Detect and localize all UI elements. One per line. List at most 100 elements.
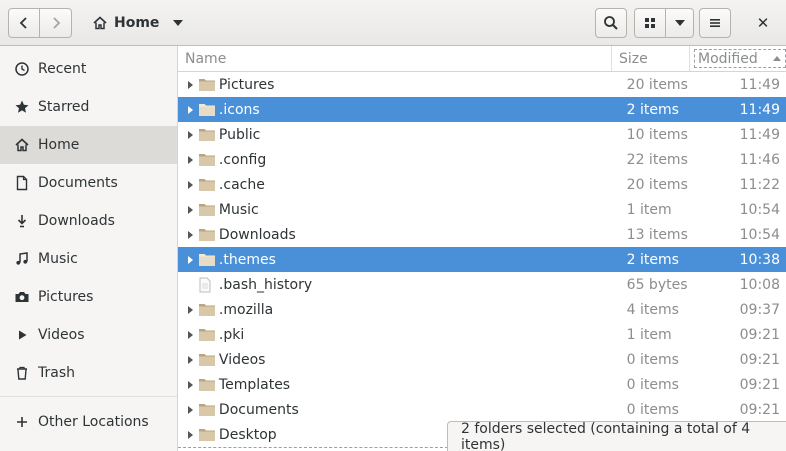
row-expander[interactable] — [178, 330, 198, 339]
chevron-right-icon — [52, 17, 60, 29]
file-name: Documents — [218, 401, 299, 418]
folder-icon — [198, 252, 219, 267]
expander-icon[interactable] — [188, 155, 194, 164]
sidebar-item-documents[interactable]: Documents — [0, 164, 177, 202]
table-row[interactable]: Public 10 items 11:49 — [178, 122, 786, 147]
row-expander[interactable] — [178, 180, 198, 189]
sidebar-item-label: Downloads — [38, 213, 115, 229]
file-modified: 10:38 — [739, 251, 780, 268]
file-name: .pki — [218, 326, 245, 343]
file-size: 20 items — [626, 176, 688, 193]
file-size: 13 items — [626, 226, 688, 243]
row-expander[interactable] — [178, 230, 198, 239]
expander-icon[interactable] — [188, 355, 194, 364]
row-expander[interactable] — [178, 205, 198, 214]
file-modified: 09:21 — [739, 376, 780, 393]
file-modified: 11:49 — [739, 101, 780, 118]
table-row[interactable]: Documents 0 items 09:21 — [178, 397, 786, 422]
sidebar-item-music[interactable]: Music — [0, 240, 177, 278]
row-expander[interactable] — [178, 155, 198, 164]
table-row[interactable]: Pictures 20 items 11:49 — [178, 72, 786, 97]
file-size: 0 items — [626, 351, 679, 368]
file-name: .config — [218, 151, 267, 168]
expander-icon[interactable] — [188, 230, 194, 239]
row-expander[interactable] — [178, 130, 198, 139]
close-button[interactable]: ✕ — [748, 8, 778, 38]
sidebar-item-downloads[interactable]: Downloads — [0, 202, 177, 240]
sidebar-item-home[interactable]: Home — [0, 126, 177, 164]
column-size-header[interactable]: Size — [612, 46, 690, 71]
nav-button-group — [8, 8, 72, 38]
expander-icon[interactable] — [188, 305, 194, 314]
forward-button[interactable] — [40, 8, 72, 38]
header-bar: Home ✕ — [0, 0, 786, 46]
column-size-label: Size — [619, 50, 648, 67]
table-row[interactable]: .mozilla 4 items 09:37 — [178, 297, 786, 322]
table-row[interactable]: Videos 0 items 09:21 — [178, 347, 786, 372]
location-button[interactable]: Home — [84, 8, 184, 38]
table-row[interactable]: .cache 20 items 11:22 — [178, 172, 786, 197]
grid-view-button[interactable] — [634, 8, 666, 38]
row-expander[interactable] — [178, 105, 198, 114]
sidebar-item-recent[interactable]: Recent — [0, 50, 177, 88]
file-modified: 09:37 — [739, 301, 780, 318]
file-modified: 11:46 — [739, 151, 780, 168]
table-row[interactable]: .pki 1 item 09:21 — [178, 322, 786, 347]
row-expander[interactable] — [178, 305, 198, 314]
row-expander[interactable] — [178, 380, 198, 389]
row-expander[interactable] — [178, 80, 198, 89]
file-size: 1 item — [626, 201, 672, 218]
file-name: .icons — [218, 101, 260, 118]
column-modified-header[interactable]: Modified — [690, 46, 786, 71]
hamburger-menu-icon — [710, 19, 720, 27]
expander-icon[interactable] — [188, 130, 194, 139]
trash-icon — [14, 365, 30, 381]
expander-icon[interactable] — [188, 430, 194, 439]
expander-icon[interactable] — [188, 80, 194, 89]
expander-icon[interactable] — [188, 380, 194, 389]
view-options-button[interactable] — [666, 8, 694, 38]
grid-icon — [645, 18, 655, 28]
home-icon — [14, 137, 30, 153]
sidebar-item-other-locations[interactable]: Other Locations — [0, 403, 177, 441]
column-name-header[interactable]: Name — [178, 46, 612, 71]
chevron-down-icon — [674, 20, 685, 26]
table-row[interactable]: .config 22 items 11:46 — [178, 147, 786, 172]
file-size: 0 items — [626, 401, 679, 418]
sidebar-item-label: Home — [38, 137, 80, 153]
file-name: Pictures — [218, 76, 275, 93]
expander-icon[interactable] — [188, 255, 194, 264]
row-expander[interactable] — [178, 405, 198, 414]
sidebar-item-starred[interactable]: Starred — [0, 88, 177, 126]
folder-icon — [198, 77, 219, 92]
table-row[interactable]: Music 1 item 10:54 — [178, 197, 786, 222]
expander-icon[interactable] — [188, 205, 194, 214]
file-size: 65 bytes — [626, 276, 688, 293]
expander-icon[interactable] — [188, 180, 194, 189]
row-expander[interactable] — [178, 430, 198, 439]
back-button[interactable] — [8, 8, 40, 38]
search-button[interactable] — [595, 8, 627, 38]
sidebar-item-videos[interactable]: Videos — [0, 316, 177, 354]
sidebar-item-pictures[interactable]: Pictures — [0, 278, 177, 316]
folder-icon — [198, 127, 219, 142]
expander-icon[interactable] — [188, 105, 194, 114]
expander-icon[interactable] — [188, 405, 194, 414]
folder-icon — [198, 352, 219, 367]
sidebar-item-trash[interactable]: Trash — [0, 354, 177, 392]
table-row[interactable]: Downloads 13 items 10:54 — [178, 222, 786, 247]
file-name: Music — [218, 201, 259, 218]
search-icon — [604, 16, 618, 30]
table-row[interactable]: .bash_history 65 bytes 10:08 — [178, 272, 786, 297]
row-expander[interactable] — [178, 355, 198, 364]
table-row[interactable]: .themes 2 items 10:38 — [178, 247, 786, 272]
menu-button[interactable] — [699, 8, 731, 38]
sidebar: Recent Starred Home Documents Downloads Music… — [0, 46, 178, 451]
table-row[interactable]: Templates 0 items 09:21 — [178, 372, 786, 397]
expander-icon[interactable] — [188, 330, 194, 339]
file-size: 22 items — [626, 151, 688, 168]
modified-header-box: Modified — [694, 49, 786, 68]
file-name: Templates — [218, 376, 291, 393]
row-expander[interactable] — [178, 255, 198, 264]
table-row[interactable]: .icons 2 items 11:49 — [178, 97, 786, 122]
